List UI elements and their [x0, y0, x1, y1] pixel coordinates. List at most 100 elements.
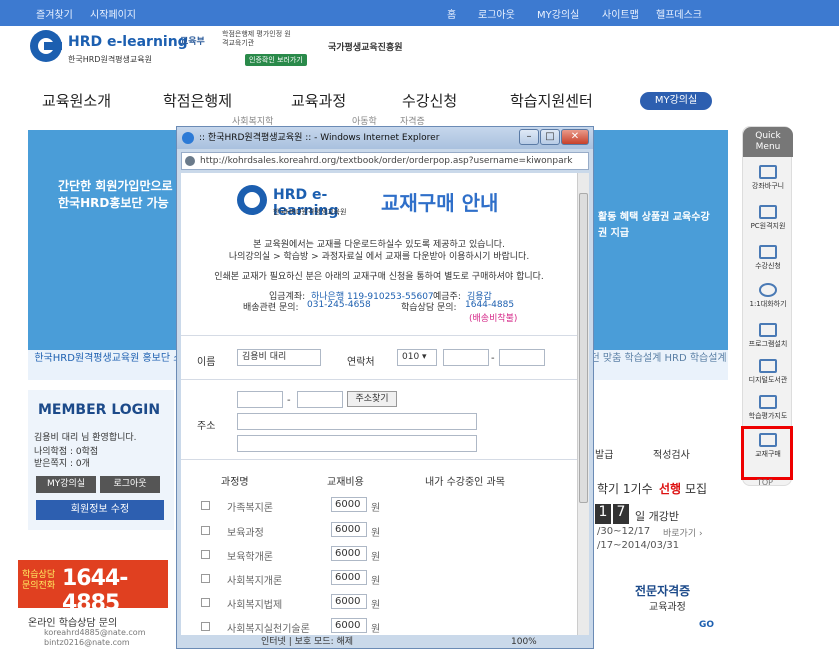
- quick-remote[interactable]: PC원격지원: [743, 205, 793, 231]
- course-price[interactable]: 6000: [331, 522, 367, 537]
- ship-phone: 031-245-4658: [307, 300, 371, 310]
- my-classroom-link[interactable]: MY강의실: [537, 6, 579, 21]
- quick-eval-label: 학습평가지도: [748, 412, 788, 420]
- exam-link[interactable]: 적성검사: [653, 446, 690, 461]
- name-input[interactable]: 김용비 대리: [237, 349, 321, 366]
- col-price: 교재비용: [327, 477, 364, 488]
- quick-cart[interactable]: 강좌바구니: [743, 165, 793, 191]
- popup-logo-inner: [244, 192, 260, 208]
- contact-label: 연락처: [347, 357, 375, 368]
- course-unit: 원: [371, 576, 381, 587]
- intro-line-3: 인쇄본 교재가 필요하신 분은 아래의 교재구매 신청을 통하여 별도로 구매하…: [214, 272, 544, 282]
- cert-course-sub[interactable]: 교육과정: [649, 598, 686, 613]
- logout-button[interactable]: 로그아웃: [100, 476, 160, 493]
- address-input-1[interactable]: [237, 413, 477, 430]
- course-checkbox[interactable]: [201, 598, 210, 607]
- promo-caption[interactable]: 한국HRD원격평생교육원 홍보단 소개: [28, 350, 198, 380]
- period-1: /30~12/17: [597, 526, 651, 537]
- accredited-label: 학점은행제 평가인정 원격교육기관: [222, 30, 291, 47]
- quick-enroll-label: 수강신청: [755, 262, 781, 270]
- site-logo[interactable]: HRD e-learning 한국HRD원격평생교육원: [30, 30, 188, 70]
- textbook-highlight: [741, 426, 793, 480]
- helpdesk-link[interactable]: 헬프데스크: [656, 6, 702, 21]
- my-classroom-small-button[interactable]: MY강의실: [36, 476, 96, 493]
- course-checkbox[interactable]: [201, 526, 210, 535]
- zip-input-1[interactable]: [237, 391, 283, 408]
- address-input-2[interactable]: [237, 435, 477, 452]
- cert-course-title[interactable]: 전문자격증: [635, 582, 690, 599]
- cart-icon: [759, 165, 777, 179]
- day-digit-2: 7: [613, 504, 629, 524]
- popup-scrollbar[interactable]: [577, 173, 589, 635]
- logo-title: HRD e-learning: [68, 34, 188, 50]
- top-button[interactable]: TOP: [757, 478, 773, 487]
- online-consult-title[interactable]: 온라인 학습상담 문의: [28, 614, 117, 629]
- sitemap-link[interactable]: 사이트맵: [602, 6, 639, 21]
- course-checkbox[interactable]: [201, 574, 210, 583]
- verify-button[interactable]: 인증확인 보러가기: [245, 54, 307, 66]
- quick-install-label: 프로그램설치: [748, 340, 788, 348]
- close-button[interactable]: ✕: [561, 129, 589, 145]
- top-bar: 즐겨찾기 시작페이지 홈 로그아웃 MY강의실 사이트맵 헬프데스크: [0, 0, 839, 26]
- course-unit: 원: [371, 528, 381, 539]
- nav-courses[interactable]: 교육과정: [291, 90, 346, 111]
- course-price[interactable]: 6000: [331, 546, 367, 561]
- page-icon: [185, 156, 195, 166]
- popup-title: :: 한국HRD원격평생교육원 :: - Windows Internet Ex…: [199, 133, 440, 143]
- notes-text[interactable]: 받은쪽지 : 0개: [34, 456, 90, 469]
- home-link[interactable]: 홈: [447, 6, 456, 21]
- course-unit: 원: [371, 503, 381, 514]
- course-price[interactable]: 6000: [331, 618, 367, 633]
- period-2: /17~2014/03/31: [597, 540, 680, 551]
- nav-about[interactable]: 교육원소개: [42, 90, 111, 111]
- quick-eval[interactable]: 학습평가지도: [743, 395, 793, 421]
- start-page-link[interactable]: 시작페이지: [90, 6, 136, 21]
- recruit-text: 선행: [659, 482, 682, 496]
- course-price[interactable]: 6000: [331, 594, 367, 609]
- day-digit-1: 1: [595, 504, 611, 524]
- edit-profile-button[interactable]: 회원정보 수정: [36, 500, 164, 520]
- find-address-button[interactable]: 주소찾기: [347, 391, 397, 407]
- course-unit: 원: [371, 552, 381, 563]
- issue-link[interactable]: 발급: [595, 446, 613, 461]
- logout-link[interactable]: 로그아웃: [478, 6, 515, 21]
- security-status[interactable]: 인터넷 | 보호 모드: 해제: [261, 637, 353, 647]
- quick-chat[interactable]: 1:1대화하기: [743, 283, 793, 309]
- logo-subtitle: 한국HRD원격평생교육원: [68, 55, 152, 64]
- course-price[interactable]: 6000: [331, 570, 367, 585]
- shortcut-link[interactable]: 바로가기 ›: [663, 526, 703, 539]
- favorites-link[interactable]: 즐겨찾기: [36, 6, 73, 21]
- go-button[interactable]: GO: [699, 620, 714, 630]
- course-unit: 원: [371, 600, 381, 611]
- nav-support[interactable]: 학습지원센터: [510, 90, 593, 111]
- phone-prefix-select[interactable]: 010 ▾: [397, 349, 437, 366]
- ship-label: 배송관련 문의:: [243, 303, 299, 313]
- course-price[interactable]: 6000: [331, 497, 367, 512]
- nav-credit-bank[interactable]: 학점은행제: [163, 90, 232, 111]
- quick-install[interactable]: 프로그램설치: [743, 323, 793, 349]
- consult-email-1[interactable]: koreahrd4885@nate.com: [44, 628, 146, 637]
- consult-email-2[interactable]: bintz0216@nate.com: [44, 638, 130, 647]
- phone-mid-input[interactable]: [443, 349, 489, 366]
- library-icon: [759, 359, 777, 373]
- course-checkbox[interactable]: [201, 550, 210, 559]
- address-bar[interactable]: http://kohrdsales.koreahrd.org/textbook/…: [181, 152, 589, 170]
- scroll-thumb[interactable]: [579, 193, 588, 503]
- maximize-button[interactable]: □: [540, 129, 560, 145]
- quick-library[interactable]: 디지털도서관: [743, 359, 793, 385]
- col-course: 과정명: [221, 477, 249, 488]
- quick-enroll[interactable]: 수강신청: [743, 245, 793, 271]
- nav-enroll[interactable]: 수강신청: [402, 90, 457, 111]
- phone-last-input[interactable]: [499, 349, 545, 366]
- design-caption[interactable]: 없던 맞춤 학습설계 HRD 학습설계: [580, 350, 728, 380]
- zip-input-2[interactable]: [297, 391, 343, 408]
- my-classroom-button[interactable]: MY강의실: [640, 92, 712, 110]
- zoom-level[interactable]: 100%: [511, 635, 537, 649]
- course-checkbox[interactable]: [201, 501, 210, 510]
- course-name: 보육과정: [227, 528, 264, 539]
- logo-notch: [44, 42, 62, 50]
- course-unit: 원: [371, 624, 381, 635]
- quick-menu-title: Quick Menu: [743, 127, 793, 157]
- course-checkbox[interactable]: [201, 622, 210, 631]
- minimize-button[interactable]: –: [519, 129, 539, 145]
